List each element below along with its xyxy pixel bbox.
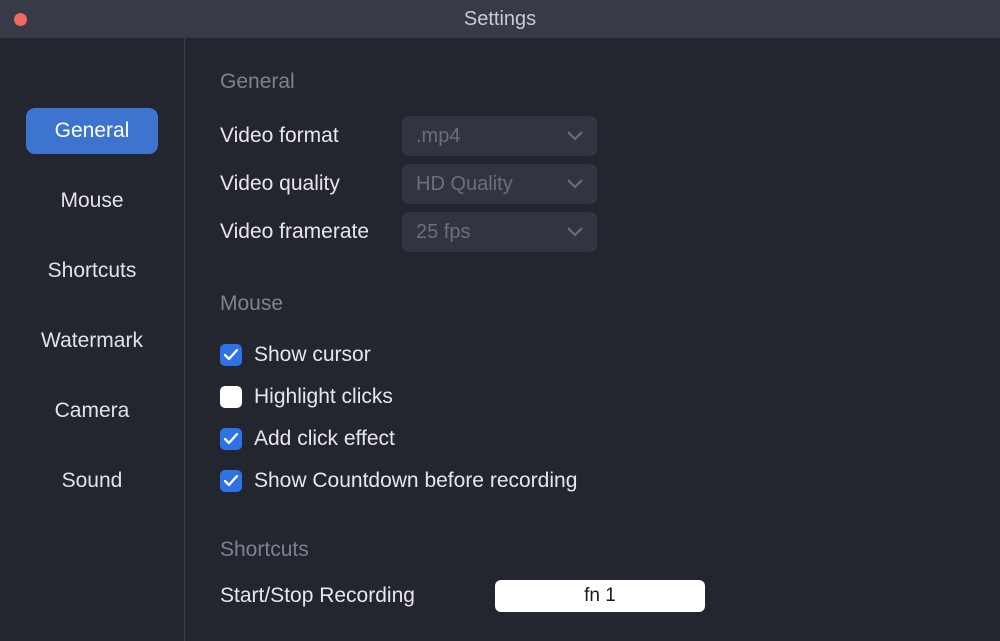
row-video-format: Video format .mp4 bbox=[220, 112, 1000, 160]
checkbox-icon bbox=[220, 344, 242, 366]
main-panel: General Video format .mp4 Video quality … bbox=[185, 38, 1000, 641]
shortcut-input-start-stop[interactable]: fn 1 bbox=[495, 580, 705, 612]
section-heading-mouse: Mouse bbox=[220, 292, 1000, 316]
checkbox-add-click-effect[interactable]: Add click effect bbox=[220, 418, 1000, 460]
sidebar-item-mouse[interactable]: Mouse bbox=[26, 178, 158, 224]
checkbox-highlight-clicks[interactable]: Highlight clicks bbox=[220, 376, 1000, 418]
sidebar-item-label: Sound bbox=[62, 469, 123, 493]
checkbox-icon bbox=[220, 386, 242, 408]
sidebar-item-label: Shortcuts bbox=[48, 259, 137, 283]
select-value: HD Quality bbox=[416, 173, 513, 196]
sidebar-item-shortcuts[interactable]: Shortcuts bbox=[26, 248, 158, 294]
label-video-quality: Video quality bbox=[220, 172, 402, 196]
select-video-format[interactable]: .mp4 bbox=[402, 116, 597, 156]
select-value: 25 fps bbox=[416, 221, 470, 244]
label-video-framerate: Video framerate bbox=[220, 220, 402, 244]
sidebar-item-label: Camera bbox=[55, 399, 130, 423]
select-value: .mp4 bbox=[416, 125, 460, 148]
sidebar-item-sound[interactable]: Sound bbox=[26, 458, 158, 504]
checkbox-show-cursor[interactable]: Show cursor bbox=[220, 334, 1000, 376]
checkbox-label: Show cursor bbox=[254, 343, 371, 367]
checkbox-icon bbox=[220, 470, 242, 492]
section-heading-shortcuts: Shortcuts bbox=[220, 538, 1000, 562]
sidebar-item-label: General bbox=[55, 119, 130, 143]
close-window-button[interactable] bbox=[14, 13, 27, 26]
window-title: Settings bbox=[464, 8, 536, 31]
checkbox-icon bbox=[220, 428, 242, 450]
checkbox-show-countdown[interactable]: Show Countdown before recording bbox=[220, 460, 1000, 502]
titlebar: Settings bbox=[0, 0, 1000, 38]
label-start-stop: Start/Stop Recording bbox=[220, 584, 495, 608]
row-video-quality: Video quality HD Quality bbox=[220, 160, 1000, 208]
sidebar: General Mouse Shortcuts Watermark Camera… bbox=[0, 38, 185, 641]
sidebar-item-label: Watermark bbox=[41, 329, 143, 353]
content: General Mouse Shortcuts Watermark Camera… bbox=[0, 38, 1000, 641]
sidebar-item-label: Mouse bbox=[60, 189, 123, 213]
row-start-stop-recording: Start/Stop Recording fn 1 bbox=[220, 580, 1000, 612]
sidebar-item-general[interactable]: General bbox=[26, 108, 158, 154]
checkbox-label: Highlight clicks bbox=[254, 385, 393, 409]
checkbox-label: Show Countdown before recording bbox=[254, 469, 577, 493]
chevron-down-icon bbox=[567, 227, 583, 237]
chevron-down-icon bbox=[567, 179, 583, 189]
section-heading-general: General bbox=[220, 70, 1000, 94]
row-video-framerate: Video framerate 25 fps bbox=[220, 208, 1000, 256]
checkbox-label: Add click effect bbox=[254, 427, 395, 451]
sidebar-item-camera[interactable]: Camera bbox=[26, 388, 158, 434]
select-video-quality[interactable]: HD Quality bbox=[402, 164, 597, 204]
chevron-down-icon bbox=[567, 131, 583, 141]
shortcut-value: fn 1 bbox=[584, 585, 616, 607]
select-video-framerate[interactable]: 25 fps bbox=[402, 212, 597, 252]
sidebar-item-watermark[interactable]: Watermark bbox=[26, 318, 158, 364]
label-video-format: Video format bbox=[220, 124, 402, 148]
